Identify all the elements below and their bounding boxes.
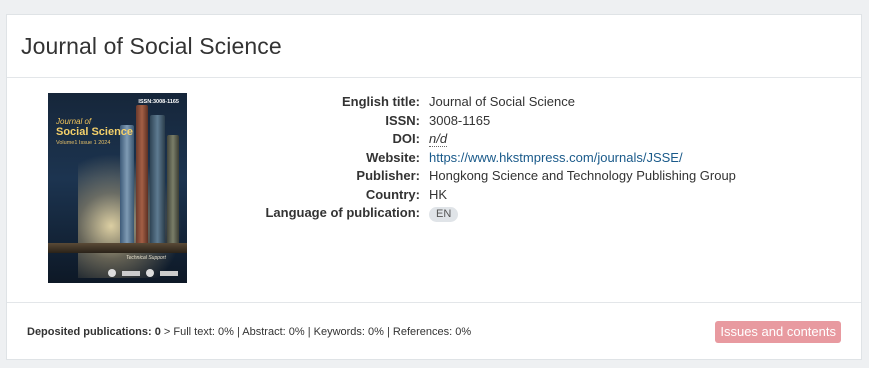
country-value: HK [429, 186, 448, 202]
meta-label: Country: [365, 186, 420, 202]
issues-and-contents-button[interactable]: Issues and contents [715, 321, 841, 343]
metadata-list: English title: Journal of Social Science… [7, 93, 861, 223]
meta-row-english-title: English title: Journal of Social Science [7, 93, 861, 112]
journal-card: Journal of Social Science ISSN: 3008-1165… [6, 14, 862, 360]
meta-label: English title: [342, 94, 420, 109]
meta-label: Language of publication: [265, 205, 420, 220]
cover-logos [108, 269, 178, 277]
journal-title: Journal of Social Science [21, 32, 282, 59]
meta-label: Website: [366, 149, 420, 165]
meta-label: DOI: [392, 131, 420, 146]
meta-label: ISSN: [385, 112, 420, 128]
meta-row-country: Country: HK [7, 186, 861, 205]
meta-row-doi: DOI: n/d [7, 130, 861, 149]
publisher-value: Hongkong Science and Technology Publishi… [429, 168, 736, 183]
doi-value: n/d [429, 131, 448, 148]
website-link[interactable]: https://www.hkstmpress.com/journals/JSSE… [429, 149, 683, 168]
publication-stats: Deposited publications: 0 > Full text: 0… [27, 326, 471, 338]
meta-row-issn: ISSN: 3008-1165 [7, 112, 861, 131]
deposited-count: Deposited publications: 0 [27, 326, 161, 338]
journal-details: ISSN: 3008-1165 Journal of Social Science… [7, 78, 861, 303]
card-header: Journal of Social Science [7, 15, 861, 78]
meta-row-website: Website: https://www.hkstmpress.com/jour… [7, 149, 861, 168]
meta-label: Publisher: [356, 168, 420, 183]
english-title-value: Journal of Social Science [429, 94, 575, 109]
cover-support: Technical Support [126, 255, 166, 261]
issn-value: 3008-1165 [429, 112, 491, 128]
coverage-stats: > Full text: 0% | Abstract: 0% | Keyword… [160, 326, 472, 338]
meta-row-language: Language of publication: EN [7, 204, 861, 223]
card-footer: Deposited publications: 0 > Full text: 0… [7, 303, 861, 361]
language-badge: EN [429, 206, 459, 222]
meta-row-publisher: Publisher: Hongkong Science and Technolo… [7, 167, 861, 186]
